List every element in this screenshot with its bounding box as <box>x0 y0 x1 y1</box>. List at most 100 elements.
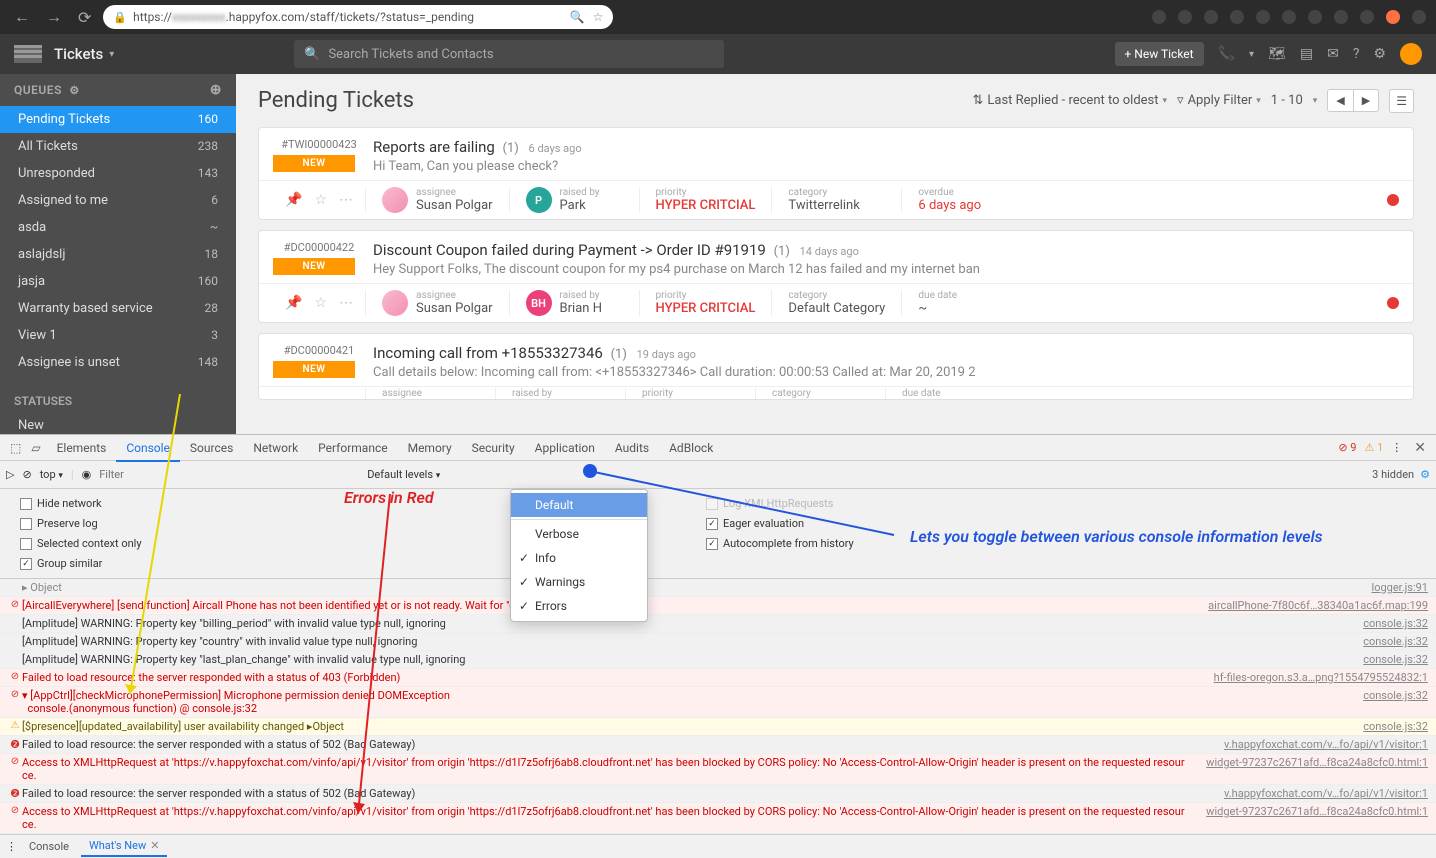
ticket-subject[interactable]: Incoming call from +18553327346 (1) 19 d… <box>373 344 1399 362</box>
ticket-card[interactable]: #TWI00000423NEW Reports are failing (1) … <box>258 127 1414 220</box>
devtools-tab-memory[interactable]: Memory <box>398 436 462 460</box>
gear-icon[interactable]: ⚙ <box>1420 468 1430 481</box>
devtools-tab-performance[interactable]: Performance <box>308 436 397 460</box>
forward-button[interactable]: → <box>42 7 66 27</box>
module-title[interactable]: Tickets <box>54 45 103 63</box>
phone-icon[interactable]: 📞 <box>1218 46 1235 62</box>
context-selector[interactable]: top ▾ <box>40 468 63 481</box>
console-source-link[interactable]: hf-files-oregon.s3.a…png?1554795524832:1 <box>1194 671 1428 684</box>
devtools-tab-security[interactable]: Security <box>462 436 525 460</box>
console-source-link[interactable]: console.js:32 <box>1343 689 1428 702</box>
checkbox[interactable] <box>20 538 32 550</box>
star-icon[interactable]: ☆ <box>314 192 327 208</box>
console-line[interactable]: Objectlogger.js:91 <box>0 579 1436 597</box>
console-source-link[interactable]: v.happyfoxchat.com/v…fo/api/v1/visitor:1 <box>1204 738 1428 751</box>
pin-icon[interactable]: 📌 <box>285 192 302 208</box>
sidebar-item-queue[interactable]: View 13 <box>0 322 236 349</box>
warn-count-badge[interactable]: ⚠ 1 <box>1364 441 1383 454</box>
console-source-link[interactable]: widget-97237c2671afd…f8ca24a8cfc0.html:1 <box>1186 805 1428 818</box>
level-info[interactable]: ✓Info <box>511 546 647 570</box>
console-option[interactable]: ✓Eager evaluation <box>706 517 854 530</box>
ticket-card[interactable]: #DC00000421NEW Incoming call from +18553… <box>258 333 1414 400</box>
close-icon[interactable]: ✕ <box>150 839 159 852</box>
reload-button[interactable]: ⟳ <box>74 8 95 27</box>
checkbox[interactable] <box>706 498 718 510</box>
filter-selector[interactable]: ▿ Apply Filter ▾ <box>1177 93 1261 108</box>
sidebar-item-queue[interactable]: Assigned to me6 <box>0 187 236 214</box>
ticket-subject[interactable]: Reports are failing (1) 6 days ago <box>373 138 1399 156</box>
back-button[interactable]: ← <box>10 7 34 27</box>
devtools-tab-audits[interactable]: Audits <box>605 436 659 460</box>
level-warnings[interactable]: ✓Warnings <box>511 570 647 594</box>
sidebar-item-queue[interactable]: All Tickets238 <box>0 133 236 160</box>
console-line[interactable]: [Amplitude] WARNING: Property key "billi… <box>0 615 1436 633</box>
console-line[interactable]: Access to XMLHttpRequest at 'https://v.h… <box>0 754 1436 785</box>
device-icon[interactable]: ▱ <box>27 436 44 460</box>
search-input[interactable]: 🔍 Search Tickets and Contacts <box>294 40 724 68</box>
console-source-link[interactable]: widget-97237c2671afd…f8ca24a8cfc0.html:1 <box>1186 756 1428 769</box>
level-default[interactable]: Default <box>511 493 647 517</box>
sidebar-item-queue[interactable]: Warranty based service28 <box>0 295 236 322</box>
close-icon[interactable]: ✕ <box>1410 440 1430 456</box>
console-line[interactable]: [AircallEverywhere] [send function] Airc… <box>0 597 1436 615</box>
error-count-badge[interactable]: ⊘ 9 <box>1338 441 1356 454</box>
star-icon[interactable]: ☆ <box>593 10 604 24</box>
console-line[interactable]: Failed to load resource: the server resp… <box>0 785 1436 803</box>
prev-page-button[interactable]: ◀ <box>1328 90 1353 111</box>
more-icon[interactable]: ⋯ <box>339 295 353 311</box>
level-errors[interactable]: ✓Errors <box>511 594 647 618</box>
sidebar-item-queue[interactable]: Unresponded143 <box>0 160 236 187</box>
inspect-icon[interactable]: ⬚ <box>6 436 25 460</box>
console-option[interactable]: Hide network <box>20 497 306 510</box>
checkbox[interactable]: ✓ <box>20 558 32 570</box>
devtools-tab-console[interactable]: Console <box>116 436 180 462</box>
checkbox[interactable] <box>20 518 32 530</box>
sidebar-item-queue[interactable]: asda~ <box>0 214 236 241</box>
sidebar-item-queue[interactable]: Pending Tickets160 <box>0 106 236 133</box>
console-line[interactable]: [Amplitude] WARNING: Property key "count… <box>0 633 1436 651</box>
console-line[interactable]: ▾ [AppCtrl][checkMicrophonePermission] M… <box>0 687 1436 718</box>
devtools-tab-sources[interactable]: Sources <box>180 436 243 460</box>
drawer-tab-whatsnew[interactable]: What's New✕ <box>81 836 167 857</box>
help-icon[interactable]: ? <box>1353 46 1360 62</box>
console-line[interactable]: Failed to load resource: the server resp… <box>0 669 1436 687</box>
console-line[interactable]: [Amplitude] WARNING: Property key "last_… <box>0 651 1436 669</box>
console-source-link[interactable]: console.js:32 <box>1343 635 1428 648</box>
console-line[interactable]: [$presence][updated_availability] user a… <box>0 718 1436 736</box>
gear-icon[interactable]: ⚙ <box>69 84 79 97</box>
console-source-link[interactable]: console.js:32 <box>1343 653 1428 666</box>
pager[interactable]: ◀▶ <box>1327 89 1379 112</box>
play-icon[interactable]: ▷ <box>6 468 14 481</box>
checkbox[interactable] <box>20 498 32 510</box>
console-source-link[interactable]: v.happyfoxchat.com/v…fo/api/v1/visitor:1 <box>1204 787 1428 800</box>
pin-icon[interactable]: 📌 <box>285 295 302 311</box>
checkbox[interactable]: ✓ <box>706 538 718 550</box>
console-option[interactable]: Preserve log <box>20 517 306 530</box>
console-source-link[interactable]: aircallPhone-7f80c6f…38340a1ac6f.map:199 <box>1188 599 1428 612</box>
star-icon[interactable]: ☆ <box>314 295 327 311</box>
filter-input[interactable] <box>99 468 359 481</box>
avatar[interactable] <box>1400 43 1422 65</box>
devtools-tab-network[interactable]: Network <box>243 436 308 460</box>
console-option[interactable]: Log XMLHttpRequests <box>706 497 854 510</box>
console-option[interactable]: ✓Group similar <box>20 557 306 570</box>
drawer-menu-icon[interactable]: ⋮ <box>6 840 17 853</box>
devtools-tab-elements[interactable]: Elements <box>47 436 117 460</box>
chevron-down-icon[interactable]: ▾ <box>1249 49 1254 60</box>
console-option[interactable]: Selected context only <box>20 537 306 550</box>
clear-icon[interactable]: ⊘ <box>22 468 31 481</box>
console-source-link[interactable]: console.js:32 <box>1343 617 1428 630</box>
url-bar[interactable]: 🔒 https:// xxxxxxxxx .happyfox.com/staff… <box>103 5 613 29</box>
map-icon[interactable]: 🗺 <box>1268 46 1286 62</box>
console-source-link[interactable]: logger.js:91 <box>1352 581 1428 594</box>
app-logo-icon[interactable] <box>14 45 42 63</box>
sidebar-item-queue[interactable]: Assignee is unset148 <box>0 349 236 376</box>
search-in-url-icon[interactable]: 🔍 <box>570 10 585 24</box>
next-page-button[interactable]: ▶ <box>1354 90 1378 111</box>
add-queue-button[interactable]: ⊕ <box>210 82 222 98</box>
inbox-icon[interactable]: ✉ <box>1327 46 1339 62</box>
eye-icon[interactable]: ◉ <box>82 468 92 481</box>
devtools-tab-application[interactable]: Application <box>525 436 605 460</box>
devtools-menu-icon[interactable]: ⋮ <box>1391 441 1402 454</box>
gear-icon[interactable]: ⚙ <box>1373 46 1386 62</box>
